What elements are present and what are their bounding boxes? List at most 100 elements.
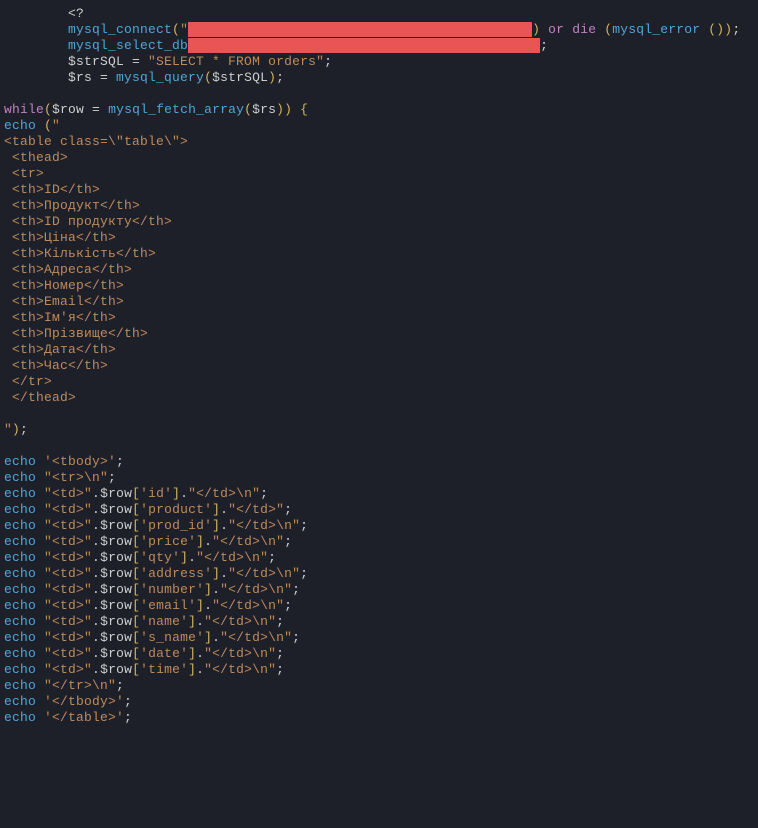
- token-var: $row: [100, 518, 132, 533]
- token-str: <th>Час</th>: [4, 358, 108, 373]
- token-op: =: [84, 102, 108, 117]
- code-line: <th>Продукт</th>: [4, 198, 754, 214]
- token-str: "<td>": [44, 630, 92, 645]
- token-paren: ]: [196, 598, 204, 613]
- token-str: ": [180, 22, 188, 37]
- token-op: [36, 694, 44, 709]
- code-content[interactable]: <? mysql_connect(" ) or die (mysql_error…: [4, 6, 754, 726]
- token-op: [36, 646, 44, 661]
- token-op: ;: [276, 662, 284, 677]
- token-op: [292, 102, 300, 117]
- token-op: .: [196, 614, 204, 629]
- token-op: .: [204, 598, 212, 613]
- token-op: .: [92, 614, 100, 629]
- token-op: ;: [300, 518, 308, 533]
- token-str: "<td>": [44, 550, 92, 565]
- token-op: .: [212, 582, 220, 597]
- token-paren: ): [284, 102, 292, 117]
- token-op: .: [204, 534, 212, 549]
- token-echoK: echo: [4, 678, 36, 693]
- token-str: <th>Кількість</th>: [4, 246, 156, 261]
- token-var: $row: [100, 550, 132, 565]
- code-line: </thead>: [4, 390, 754, 406]
- token-str: "<td>": [44, 534, 92, 549]
- token-op: [36, 566, 44, 581]
- token-str: "</td>\n": [204, 614, 276, 629]
- token-paren: {: [300, 102, 308, 117]
- token-paren: [: [132, 630, 140, 645]
- token-sq: '</tbody>': [44, 694, 124, 709]
- token-op: .: [92, 502, 100, 517]
- token-paren: (: [172, 22, 180, 37]
- token-var: $rs: [252, 102, 276, 117]
- token-op: [36, 614, 44, 629]
- token-str: "SELECT * FROM orders": [148, 54, 324, 69]
- token-str: "<td>": [44, 614, 92, 629]
- token-str: "<td>": [44, 518, 92, 533]
- token-paren: ): [276, 102, 284, 117]
- token-sq: '<tbody>': [44, 454, 116, 469]
- code-line: $strSQL = "SELECT * FROM orders";: [4, 54, 754, 70]
- token-op: .: [92, 646, 100, 661]
- token-paren: ]: [212, 566, 220, 581]
- token-op: .: [92, 662, 100, 677]
- token-var: $row: [100, 566, 132, 581]
- token-str: <th>Продукт</th>: [4, 198, 140, 213]
- token-var: $row: [100, 598, 132, 613]
- token-str: "<td>": [44, 646, 92, 661]
- token-sq: 'time': [140, 662, 188, 677]
- code-line: <tr>: [4, 166, 754, 182]
- token-paren: [: [132, 502, 140, 517]
- token-op: ;: [116, 454, 124, 469]
- token-sq: 'date': [140, 646, 188, 661]
- code-line: <th>Час</th>: [4, 358, 754, 374]
- token-str: </thead>: [4, 390, 76, 405]
- token-str: <th>ID</th>: [4, 182, 100, 197]
- token-var: $row: [100, 502, 132, 517]
- token-fn: mysql_select_db: [68, 38, 188, 53]
- token-op: [36, 598, 44, 613]
- token-op: [36, 582, 44, 597]
- token-paren: (: [44, 102, 52, 117]
- token-var: $row: [100, 582, 132, 597]
- token-str: "</td>": [228, 502, 284, 517]
- token-str: "</td>\n": [204, 646, 276, 661]
- code-line: <th>Номер</th>: [4, 278, 754, 294]
- token-op: <?: [68, 6, 84, 21]
- code-line: echo "<td>".$row['date']."</td>\n";: [4, 646, 754, 662]
- token-op: .: [188, 550, 196, 565]
- code-line: <th>Кількість</th>: [4, 246, 754, 262]
- token-fn: mysql_connect: [68, 22, 172, 37]
- token-op: [36, 118, 44, 133]
- token-str: "<td>": [44, 502, 92, 517]
- token-paren: ]: [212, 502, 220, 517]
- code-line: [4, 438, 754, 454]
- token-echoK: echo: [4, 582, 36, 597]
- token-paren: [: [132, 518, 140, 533]
- token-redact: [188, 22, 532, 37]
- token-str: <th>Ціна</th>: [4, 230, 116, 245]
- token-sq: '</table>': [44, 710, 124, 725]
- token-op: ;: [540, 38, 548, 53]
- token-str: <tr>: [4, 166, 44, 181]
- code-line: <thead>: [4, 150, 754, 166]
- code-line: echo '</table>';: [4, 710, 754, 726]
- token-str: "<td>": [44, 486, 92, 501]
- token-op: [36, 454, 44, 469]
- token-fn: mysql_fetch_array: [108, 102, 244, 117]
- token-echoK: echo: [4, 614, 36, 629]
- token-paren: ]: [188, 662, 196, 677]
- code-line: [4, 86, 754, 102]
- token-echoK: echo: [4, 118, 36, 133]
- token-op: ;: [260, 486, 268, 501]
- token-var: $row: [100, 630, 132, 645]
- token-op: [36, 470, 44, 485]
- code-line: $rs = mysql_query($strSQL);: [4, 70, 754, 86]
- token-op: .: [92, 486, 100, 501]
- token-sq: 'id': [140, 486, 172, 501]
- token-op: .: [92, 598, 100, 613]
- code-line: <th>Дата</th>: [4, 342, 754, 358]
- token-echoK: echo: [4, 534, 36, 549]
- code-line: echo "<td>".$row['prod_id']."</td>\n";: [4, 518, 754, 534]
- token-var: $row: [52, 102, 84, 117]
